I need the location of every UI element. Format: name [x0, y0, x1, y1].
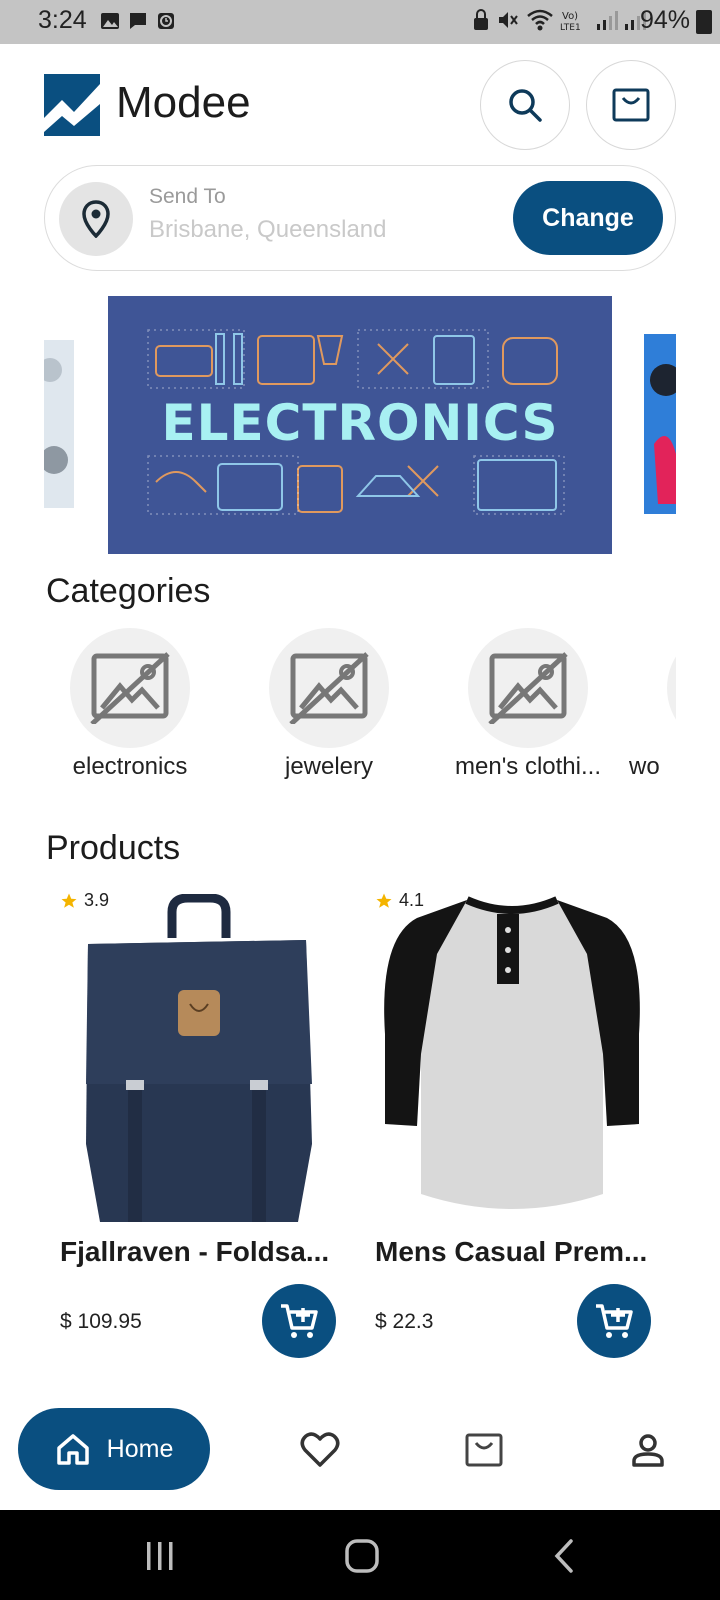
send-to-address: Brisbane, Queensland [149, 216, 387, 243]
location-pin-badge [59, 182, 133, 256]
nav-favorites-tab[interactable] [298, 1428, 342, 1472]
nav-cart-tab[interactable] [462, 1428, 506, 1472]
search-icon [509, 89, 542, 122]
message-icon [130, 13, 146, 29]
category-label: men's clothi... [455, 753, 601, 780]
product-name: Mens Casual Prem... [375, 1236, 648, 1267]
promo-carousel[interactable]: ELECTRONICS [44, 296, 676, 556]
category-label: electronics [72, 753, 188, 780]
system-status-icons: Vo) LTE1 [472, 8, 646, 32]
category-mens-clothing[interactable]: men's clothi... [442, 628, 622, 788]
category-image [667, 628, 676, 748]
system-home-button[interactable] [338, 1532, 386, 1580]
recents-icon [147, 1542, 173, 1570]
search-button[interactable] [480, 60, 570, 150]
star-icon [376, 893, 392, 908]
change-address-button[interactable]: Change [513, 181, 663, 255]
signal-icon [597, 11, 618, 30]
battery-icon [696, 10, 712, 34]
add-to-cart-button[interactable] [577, 1284, 651, 1358]
product-price: $ 22.3 [375, 1310, 434, 1333]
svg-text:Vo): Vo) [562, 11, 578, 22]
electronics-banner[interactable]: ELECTRONICS [108, 296, 612, 554]
app-title: Modee [116, 78, 251, 127]
category-womens-clothing[interactable]: wo [629, 628, 676, 788]
category-image [468, 628, 588, 748]
category-image [70, 628, 190, 748]
mute-icon [499, 12, 518, 28]
person-icon [632, 1434, 664, 1467]
products-heading: Products [46, 829, 181, 867]
send-to-label: Send To [149, 185, 226, 208]
delivery-address-card: Send To Brisbane, Queensland Change [44, 165, 676, 271]
location-pin-icon [82, 200, 110, 238]
lock-icon [474, 9, 488, 30]
clock-app-icon [158, 13, 174, 29]
back-button[interactable] [540, 1532, 588, 1580]
product-card[interactable]: 4.1 Mens Casual Prem... $ 22.3 [367, 890, 661, 1370]
gallery-icon [101, 13, 119, 29]
category-electronics[interactable]: electronics [44, 628, 224, 788]
broken-image-icon [488, 652, 568, 724]
cart-button[interactable] [586, 60, 676, 150]
wifi-icon [527, 9, 553, 31]
banner-title: ELECTRONICS [161, 394, 559, 452]
broken-image-icon [90, 652, 170, 724]
notification-icons [100, 11, 176, 31]
nav-home-label: Home [106, 1434, 174, 1463]
next-banner[interactable] [644, 334, 676, 514]
rating-value: 3.9 [84, 890, 110, 910]
category-image [269, 628, 389, 748]
broken-image-icon [289, 652, 369, 724]
category-jewelery[interactable]: jewelery [243, 628, 423, 788]
category-label: jewelery [284, 753, 374, 780]
product-rating: 4.1 [375, 890, 424, 911]
add-to-cart-button[interactable] [262, 1284, 336, 1358]
app-header: Modee [44, 60, 676, 150]
product-card[interactable]: 3.9 Fjallraven - Foldsa... $ 109.95 [52, 890, 346, 1370]
nav-home-tab[interactable]: Home [18, 1408, 210, 1490]
bottom-navigation: Home [0, 1392, 720, 1510]
product-name: Fjallraven - Foldsa... [60, 1236, 330, 1267]
product-rating: 3.9 [60, 890, 109, 911]
rating-value: 4.1 [399, 890, 425, 910]
status-bar: 3:24 Vo) LTE1 94% [0, 0, 720, 44]
add-to-cart-icon [596, 1304, 633, 1338]
system-home-icon [345, 1539, 379, 1573]
toy-image [644, 334, 676, 514]
previous-banner[interactable] [44, 340, 74, 508]
backpack-image [86, 894, 312, 1222]
home-icon [56, 1434, 89, 1465]
recents-button[interactable] [136, 1532, 184, 1580]
jewelry-image [44, 358, 68, 474]
status-time: 3:24 [38, 6, 87, 34]
back-icon [554, 1539, 573, 1573]
modee-logo-icon [44, 74, 100, 136]
henley-shirt-image [384, 896, 640, 1209]
category-label: wo [629, 753, 660, 780]
battery-percent: 94% [639, 6, 690, 34]
shopping-bag-icon [465, 1433, 503, 1467]
categories-list: electronics jewelery men's clothi... wo [44, 628, 676, 788]
add-to-cart-icon [281, 1304, 318, 1338]
shopping-bag-icon [612, 88, 650, 122]
heart-icon [300, 1432, 340, 1467]
svg-text:LTE1: LTE1 [560, 23, 581, 32]
categories-heading: Categories [46, 572, 211, 610]
product-price: $ 109.95 [60, 1310, 142, 1333]
volte-icon: Vo)LTE1 [560, 11, 581, 32]
star-icon [61, 893, 77, 908]
nav-profile-tab[interactable] [626, 1428, 670, 1472]
system-navigation-bar [0, 1510, 720, 1600]
